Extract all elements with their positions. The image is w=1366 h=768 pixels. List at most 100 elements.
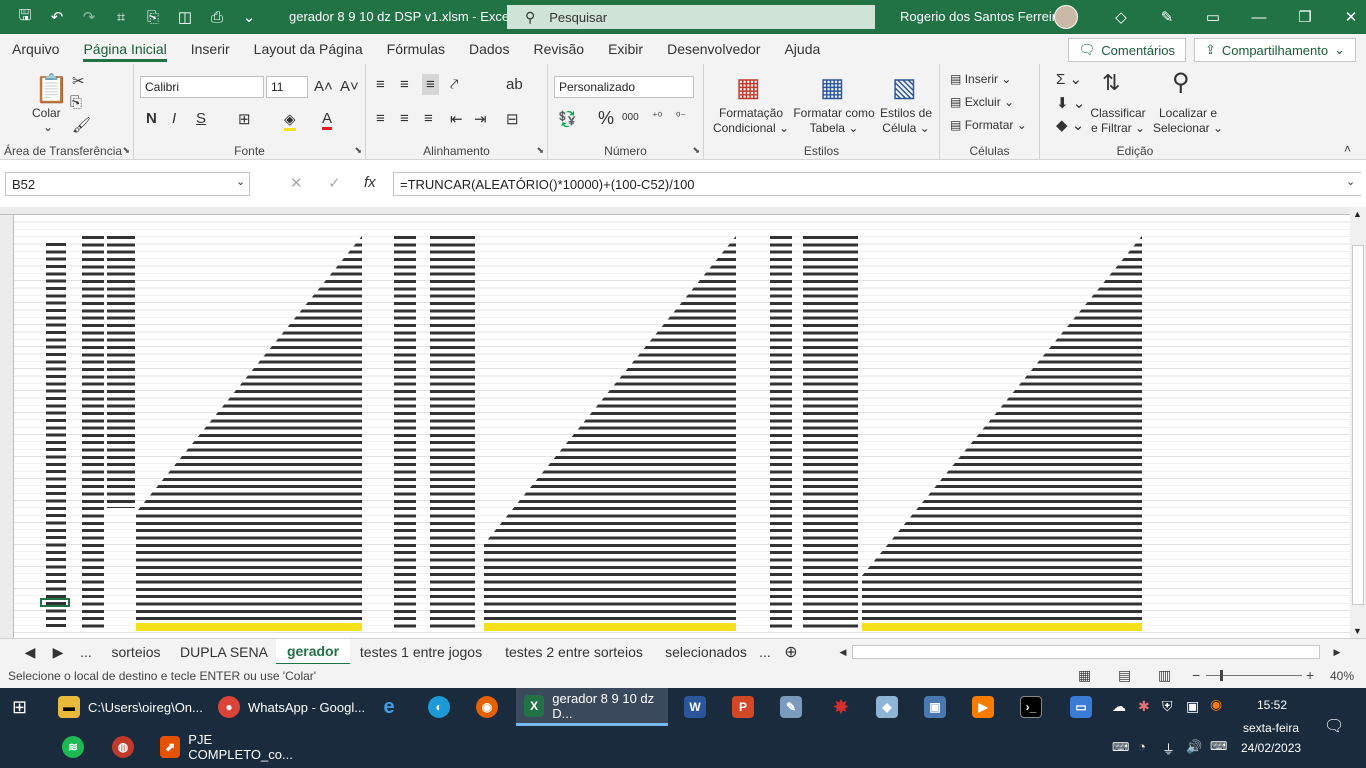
dialog-launcher-icon[interactable]: ⬊ bbox=[536, 145, 544, 156]
cell-styles-button[interactable]: Estilos de Célula ⌄ bbox=[876, 106, 936, 136]
h-scroll-right-icon[interactable]: ▶ bbox=[1330, 639, 1344, 665]
paste-button[interactable]: Colar bbox=[32, 106, 61, 121]
user-name[interactable]: Rogerio dos Santos Ferreira bbox=[900, 9, 1063, 24]
data-column[interactable] bbox=[430, 236, 475, 631]
taskbar-app-red[interactable]: ✸ bbox=[830, 688, 860, 726]
restore-icon[interactable]: ❐ bbox=[1282, 0, 1328, 34]
worksheet-grid[interactable] bbox=[0, 207, 1366, 638]
tab-arquivo[interactable]: Arquivo bbox=[0, 34, 71, 64]
sheet-tab-gerador[interactable]: gerador bbox=[276, 639, 350, 665]
clock-time[interactable]: 15:52 bbox=[1257, 698, 1287, 712]
scroll-down-icon[interactable]: ▼ bbox=[1353, 626, 1362, 636]
scroll-up-icon[interactable]: ▲ bbox=[1353, 209, 1362, 219]
cancel-icon[interactable]: ✕ bbox=[290, 174, 303, 192]
cut-icon[interactable]: ✂ bbox=[72, 72, 85, 90]
tab-layout[interactable]: Layout da Página bbox=[242, 34, 375, 64]
increase-indent-icon[interactable]: ⇥ bbox=[474, 110, 487, 128]
font-size-select[interactable]: 11 bbox=[266, 76, 308, 98]
sheet-tab-testes-2[interactable]: testes 2 entre sorteios bbox=[492, 639, 656, 665]
orientation-icon[interactable]: ⤤ bbox=[450, 76, 458, 93]
font-name-select[interactable]: Calibri bbox=[140, 76, 264, 98]
zoom-slider[interactable] bbox=[1206, 670, 1302, 681]
delete-cells-button[interactable]: ▤ Excluir ⌄ bbox=[950, 95, 1014, 110]
number-format-select[interactable]: Personalizado bbox=[554, 76, 694, 98]
sort-filter-button[interactable]: Classificar e Filtrar ⌄ bbox=[1090, 106, 1146, 136]
conditional-format-button[interactable]: Formatação Condicional ⌄ bbox=[712, 106, 790, 136]
normal-view-icon[interactable]: ▦ bbox=[1078, 667, 1091, 684]
horizontal-scrollbar[interactable] bbox=[852, 645, 1320, 659]
thousands-icon[interactable]: 000 bbox=[622, 112, 639, 123]
onedrive-icon[interactable]: ☁ bbox=[1112, 698, 1126, 715]
dialog-launcher-icon[interactable]: ⬊ bbox=[692, 145, 700, 156]
zoom-level[interactable]: 40% bbox=[1330, 669, 1354, 683]
prev-sheet-icon[interactable]: ◀ bbox=[20, 639, 40, 665]
tab-revisao[interactable]: Revisão bbox=[521, 34, 596, 64]
taskbar-excel[interactable]: Xgerador 8 9 10 dz D... bbox=[516, 688, 668, 726]
fill-color-icon[interactable]: ◈ bbox=[284, 110, 296, 131]
merge-center-icon[interactable]: ⊟ bbox=[506, 110, 519, 128]
fill-icon[interactable]: ⬇ ⌄ bbox=[1056, 94, 1085, 112]
cell-styles-icon[interactable]: ▧ bbox=[892, 72, 917, 103]
name-box[interactable]: B52 bbox=[5, 172, 250, 196]
print-icon[interactable]: ⎙ bbox=[202, 3, 232, 31]
increase-decimal-icon[interactable]: ⁺⁰ bbox=[652, 110, 662, 123]
decrease-indent-icon[interactable]: ⇤ bbox=[450, 110, 463, 128]
share-button[interactable]: ⇪ Compartilhamento ⌄ bbox=[1193, 38, 1356, 62]
increase-font-icon[interactable]: A˄ bbox=[314, 78, 333, 95]
more-sheets-right[interactable]: ... bbox=[754, 639, 776, 665]
page-layout-icon[interactable]: ▤ bbox=[1118, 667, 1131, 684]
active-cell[interactable] bbox=[40, 598, 70, 607]
format-table-icon[interactable]: ▦ bbox=[820, 72, 845, 103]
insert-function-icon[interactable]: fx bbox=[364, 174, 376, 191]
enter-icon[interactable]: ✓ bbox=[328, 174, 341, 192]
format-cells-button[interactable]: ▤ Formatar ⌄ bbox=[950, 118, 1027, 133]
taskbar-app-media[interactable]: ▶ bbox=[972, 688, 1002, 726]
premium-icon[interactable]: ◇ bbox=[1098, 0, 1144, 34]
data-column[interactable] bbox=[803, 236, 858, 631]
decrease-decimal-icon[interactable]: ⁰⁻ bbox=[676, 110, 686, 123]
clock-date[interactable]: 24/02/2023 bbox=[1241, 741, 1301, 755]
sheet-tab-selecionados[interactable]: selecionados bbox=[658, 639, 754, 665]
paste-icon[interactable]: 📋 bbox=[34, 72, 69, 105]
dialog-launcher-icon[interactable]: ⬊ bbox=[354, 145, 362, 156]
close-icon[interactable]: ✕ bbox=[1328, 0, 1366, 34]
tab-exibir[interactable]: Exibir bbox=[596, 34, 655, 64]
data-column[interactable] bbox=[394, 236, 416, 631]
search-box[interactable]: ⚲ Pesquisar bbox=[507, 5, 875, 29]
screenshot-icon[interactable]: ◫ bbox=[170, 3, 200, 31]
sort-filter-icon[interactable]: ⇅ bbox=[1102, 70, 1120, 96]
tab-dados[interactable]: Dados bbox=[457, 34, 521, 64]
data-column[interactable] bbox=[82, 236, 104, 631]
taskbar-app-cube[interactable]: ◆ bbox=[876, 688, 906, 726]
minimize-icon[interactable]: — bbox=[1236, 0, 1282, 34]
taskbar-edge[interactable]: ◐ bbox=[428, 688, 458, 726]
tab-ajuda[interactable]: Ajuda bbox=[772, 34, 832, 64]
sheet-tab-sorteios[interactable]: sorteios bbox=[100, 639, 172, 665]
collapse-ribbon-icon[interactable]: ˄ bbox=[1344, 142, 1351, 156]
name-box-dropdown-icon[interactable]: ⌄ bbox=[236, 175, 245, 188]
taskbar-spotify[interactable]: ≋ bbox=[62, 728, 92, 766]
volume-icon[interactable]: 🔊 bbox=[1186, 739, 1202, 755]
undo-icon[interactable]: ↶ bbox=[42, 3, 72, 31]
page-break-icon[interactable]: ▥ bbox=[1158, 667, 1171, 684]
redo-icon[interactable]: ↷ bbox=[74, 3, 104, 31]
highlight-row[interactable] bbox=[484, 623, 736, 631]
next-sheet-icon[interactable]: ▶ bbox=[48, 639, 68, 665]
taskbar-powerpoint[interactable]: P bbox=[732, 688, 762, 726]
conditional-format-icon[interactable]: ▦ bbox=[736, 72, 761, 103]
h-scroll-left-icon[interactable]: ◀ bbox=[836, 639, 850, 665]
autosum-icon[interactable]: Σ ⌄ bbox=[1056, 70, 1082, 88]
pen-icon[interactable]: ✎ bbox=[1144, 0, 1190, 34]
data-column[interactable] bbox=[770, 236, 792, 631]
vertical-scrollbar[interactable]: ▲ ▼ bbox=[1350, 207, 1366, 638]
taskbar-app-monitor[interactable]: ▣ bbox=[924, 688, 954, 726]
data-column[interactable] bbox=[46, 243, 66, 631]
sheet-tab-dupla-sena[interactable]: DUPLA SENA bbox=[174, 639, 274, 665]
underline-button[interactable]: S bbox=[196, 110, 206, 127]
network-icon[interactable]: ◔ bbox=[1138, 739, 1146, 754]
align-right-icon[interactable]: ≡ bbox=[424, 110, 433, 127]
wrap-text-icon[interactable]: ab bbox=[506, 76, 523, 93]
notifications-icon[interactable]: 🗨 bbox=[1324, 716, 1344, 736]
tab-desenvolvedor[interactable]: Desenvolvedor bbox=[655, 34, 772, 64]
clear-icon[interactable]: ◆ ⌄ bbox=[1056, 116, 1084, 134]
